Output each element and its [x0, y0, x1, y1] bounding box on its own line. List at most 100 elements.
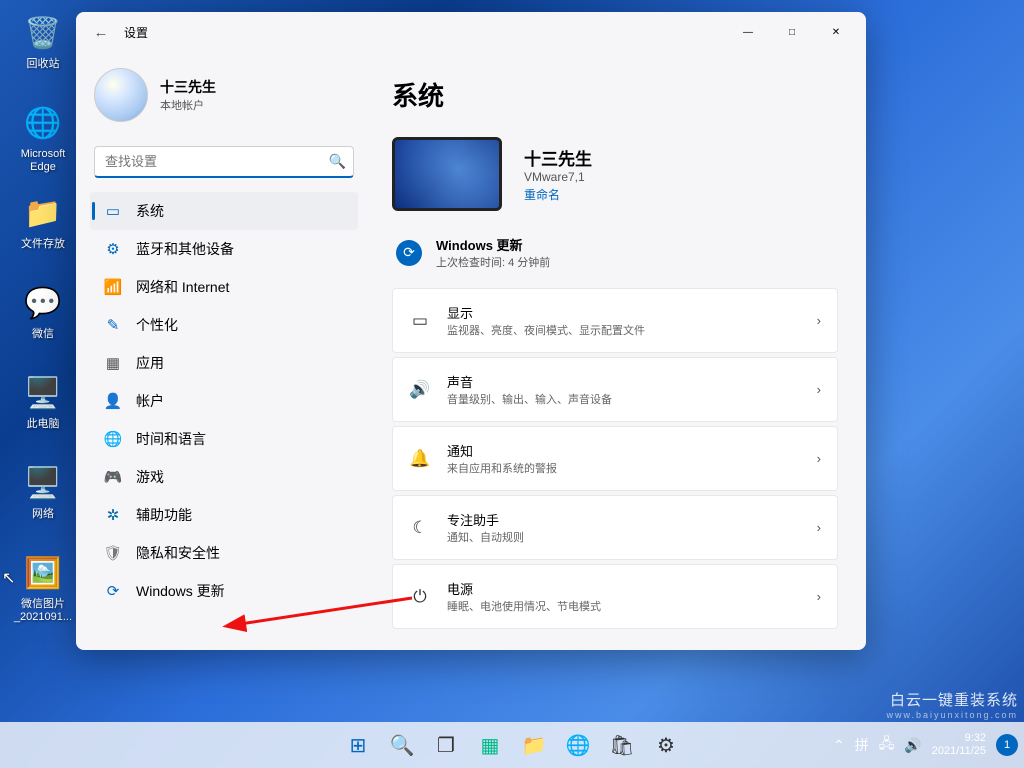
update-subtitle: 上次检查时间: 4 分钟前 [436, 254, 550, 270]
nav-item-label: 蓝牙和其他设备 [136, 239, 234, 259]
accounts-icon: 👤 [104, 392, 122, 410]
rename-link[interactable]: 重命名 [524, 186, 560, 203]
nav-item-gaming[interactable]: 🎮游戏 [90, 458, 358, 496]
taskbar-settingsapp[interactable]: ⚙ [646, 725, 686, 765]
avatar [94, 68, 148, 122]
nav-item-network[interactable]: 📶网络和 Internet [90, 268, 358, 306]
chevron-right-icon: › [817, 451, 821, 466]
nav-item-label: 应用 [136, 353, 164, 373]
chevron-right-icon: › [817, 520, 821, 535]
desktop-icon-thispc[interactable]: 🖥️此电脑 [8, 372, 78, 431]
bluetooth-icon: ⚙ [104, 240, 122, 258]
gaming-icon: 🎮 [104, 468, 122, 486]
taskbar: ⊞🔍❐▦📁🌐🛍⚙ ⌃ 拼 🖧 🔊 9:32 2021/11/25 1 [0, 722, 1024, 768]
nav-item-system[interactable]: ▭系统 [90, 192, 358, 230]
taskbar-store[interactable]: 🛍 [602, 725, 642, 765]
back-button[interactable]: ← [84, 15, 118, 49]
card-title: 显示 [447, 303, 801, 322]
desktop-icon-edge[interactable]: 🌐 Microsoft Edge [8, 102, 78, 174]
taskbar-search[interactable]: 🔍 [382, 725, 422, 765]
tray-chevron-icon[interactable]: ⌃ [833, 737, 845, 754]
nav-item-privacy[interactable]: 🛡隐私和安全性 [90, 534, 358, 572]
desktop-icon-label: Microsoft Edge [8, 148, 78, 174]
watermark-line1: 白云一键重装系统 [886, 689, 1018, 710]
tray-ime[interactable]: 拼 [855, 735, 869, 755]
card-focus[interactable]: ☾专注助手通知、自动规则› [392, 495, 838, 560]
settings-window: ← 设置 — □ ✕ 十三先生 本地帐户 🔍 ▭系统⚙蓝牙 [76, 12, 866, 650]
user-block[interactable]: 十三先生 本地帐户 [90, 58, 358, 138]
desktop-icon-folder[interactable]: 📁 文件存放 [8, 192, 78, 251]
card-subtitle: 监视器、亮度、夜间模式、显示配置文件 [447, 322, 801, 338]
nav-item-access[interactable]: ✲辅助功能 [90, 496, 358, 534]
card-subtitle: 音量级别、输出、输入、声音设备 [447, 391, 801, 407]
nav-item-label: 个性化 [136, 315, 178, 335]
watermark-line2: www.baiyunxitong.com [886, 710, 1018, 720]
card-display[interactable]: ▭ 显示监视器、亮度、夜间模式、显示配置文件 › [392, 288, 838, 353]
nav-item-label: 帐户 [136, 391, 164, 411]
nav-item-personalize[interactable]: ✎个性化 [90, 306, 358, 344]
tray-clock[interactable]: 9:32 2021/11/25 [932, 732, 986, 758]
card-power[interactable]: ⏻电源睡眠、电池使用情况、节电模式› [392, 564, 838, 629]
tray-date: 2021/11/25 [932, 745, 986, 758]
titlebar: ← 设置 — □ ✕ [76, 12, 866, 52]
maximize-button[interactable]: □ [770, 17, 814, 47]
sidebar: 十三先生 本地帐户 🔍 ▭系统 ⚙ 蓝牙和其他设备 📶网络和 Internet✎个性化… [76, 52, 368, 650]
pc-name: 十三先生 [524, 145, 592, 170]
update-title: Windows 更新 [436, 235, 550, 254]
edge-icon: 🌐 [22, 102, 64, 144]
taskbar-taskview[interactable]: ❐ [426, 725, 466, 765]
card-sound[interactable]: 🔊声音音量级别、输出、输入、声音设备› [392, 357, 838, 422]
main-panel: 系统 十三先生 VMware7,1 重命名 ⟳ Windows 更新 上次检查时… [368, 52, 866, 650]
card-subtitle: 来自应用和系统的警报 [447, 460, 801, 476]
network-icon: 🖥️ [22, 462, 64, 504]
chevron-right-icon: › [817, 589, 821, 604]
desktop-icon-label: 文件存放 [8, 238, 78, 251]
nav-item-label: 辅助功能 [136, 505, 192, 525]
sync-icon: ⟳ [396, 240, 422, 266]
nav-item-label: Windows 更新 [136, 581, 225, 601]
folder-icon: 📁 [22, 192, 64, 234]
nav-item-apps[interactable]: ▦ 应用 [90, 344, 358, 382]
nav-item-accounts[interactable]: 👤 帐户 [90, 382, 358, 420]
nav-item-label: 时间和语言 [136, 429, 206, 449]
pc-model: VMware7,1 [524, 170, 592, 184]
window-title: 设置 [124, 24, 148, 41]
settings-card-list: ▭ 显示监视器、亮度、夜间模式、显示配置文件 › 🔊声音音量级别、输出、输入、声音设备… [392, 288, 838, 629]
wechat-icon: 💬 [22, 282, 64, 324]
taskbar-explorer[interactable]: 📁 [514, 725, 554, 765]
taskbar-widgets[interactable]: ▦ [470, 725, 510, 765]
desktop-icon-label: 回收站 [8, 58, 78, 71]
system-tray: ⌃ 拼 🖧 🔊 9:32 2021/11/25 1 [833, 722, 1018, 768]
nav-item-update[interactable]: ⟳Windows 更新 [90, 572, 358, 610]
tray-volume-icon[interactable]: 🔊 [904, 737, 921, 754]
taskbar-start[interactable]: ⊞ [338, 725, 378, 765]
apps-icon: ▦ [104, 354, 122, 372]
nav-item-bluetooth[interactable]: ⚙ 蓝牙和其他设备 [90, 230, 358, 268]
desktop-icon-label: 微信图片_2021091... [8, 598, 78, 624]
card-subtitle: 睡眠、电池使用情况、节电模式 [447, 598, 801, 614]
tray-network-icon[interactable]: 🖧 [879, 733, 895, 757]
desktop-icon-wechat[interactable]: 💬微信 [8, 282, 78, 341]
card-title: 声音 [447, 372, 801, 391]
windows-update-row[interactable]: ⟳ Windows 更新 上次检查时间: 4 分钟前 [392, 229, 838, 288]
taskbar-edgeapp[interactable]: 🌐 [558, 725, 598, 765]
nav-item-label: 系统 [136, 201, 164, 221]
page-heading: 系统 [392, 76, 838, 113]
card-notif[interactable]: 🔔通知来自应用和系统的警报› [392, 426, 838, 491]
search-wrap: 🔍 [94, 146, 354, 178]
pc-row: 十三先生 VMware7,1 重命名 [392, 137, 838, 211]
display-icon: ▭ [409, 311, 431, 331]
nav-item-time[interactable]: 🌐时间和语言 [90, 420, 358, 458]
tray-notifications[interactable]: 1 [996, 734, 1018, 756]
minimize-button[interactable]: — [726, 17, 770, 47]
user-name: 十三先生 [160, 77, 216, 97]
desktop-icon-image[interactable]: 🖼️微信图片_2021091... [8, 552, 78, 624]
search-input[interactable] [94, 146, 354, 178]
desktop-icon-network[interactable]: 🖥️ 网络 [8, 462, 78, 521]
desktop-icon-recycle[interactable]: 🗑️回收站 [8, 12, 78, 71]
desktop-icon-label: 网络 [8, 508, 78, 521]
network-icon: 📶 [104, 278, 122, 296]
chevron-right-icon: › [817, 313, 821, 328]
thispc-icon: 🖥️ [22, 372, 64, 414]
close-button[interactable]: ✕ [814, 17, 858, 47]
